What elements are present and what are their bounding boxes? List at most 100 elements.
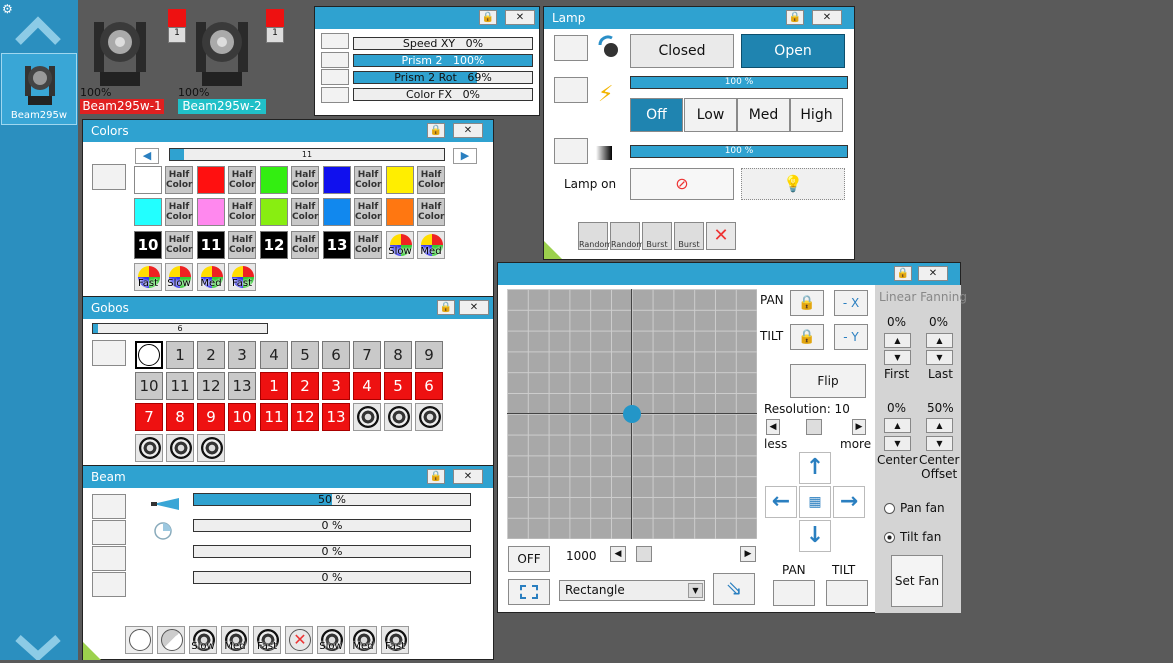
color-swatch[interactable] [260,166,288,194]
speed-slider-thumb[interactable] [636,546,652,562]
beam-fx-button[interactable]: Med [221,626,249,654]
beam-fx-off[interactable]: ✕ [285,626,313,654]
beam-fx-button[interactable]: Slow [317,626,345,654]
add-corner-icon[interactable] [83,642,101,660]
gobo-rotate-button[interactable] [384,403,412,431]
color-wheel-button[interactable]: Med [417,231,445,259]
gobo-rotate-button[interactable] [353,403,381,431]
speed-xy-bar[interactable]: Speed XY 0% [353,37,533,50]
arrow-up-button[interactable]: ↑ [799,452,831,484]
frost-button[interactable] [92,572,126,597]
close-button[interactable]: ✕ [459,300,489,315]
gobo-button[interactable]: 5 [291,341,319,369]
shape-select[interactable]: Rectangle ▼ [559,580,705,601]
color-prev-button[interactable]: ◀ [135,148,159,164]
color-swatch[interactable] [134,198,162,226]
color-swatch[interactable] [386,198,414,226]
lamp-fx-random-2[interactable]: Random [610,222,644,250]
gobo-shake-button[interactable]: 13 [322,403,350,431]
half-color-button[interactable]: Half Color [228,231,256,259]
speed-increase-button[interactable]: ▶ [740,546,756,562]
color-wheel-button[interactable]: Slow [386,231,414,259]
dimmer-button[interactable] [554,138,588,164]
half-color-button[interactable]: Half Color [354,231,382,259]
half-color-button[interactable]: Half Color [417,166,445,194]
gobo-button[interactable]: 8 [384,341,412,369]
lamp-on-button[interactable]: 💡 [741,168,845,200]
open-button[interactable]: Open [741,34,845,68]
color-swatch[interactable] [260,198,288,226]
beam-bar[interactable]: 50 % [193,493,471,506]
sidebar-fixture-item[interactable]: Beam295w [1,53,77,125]
lamp-fx-burst-2[interactable]: Burst [674,222,704,250]
beam-fx-button[interactable]: Fast [381,626,409,654]
gobo-shake-button[interactable]: 3 [322,372,350,400]
color-wheel-button[interactable]: Slow [165,263,193,291]
position-point[interactable] [623,405,641,423]
beam-fx-button[interactable]: Slow [189,626,217,654]
gobo-open-button[interactable] [135,341,163,369]
center-down-button[interactable]: ▼ [884,436,911,451]
half-color-button[interactable]: Half Color [165,166,193,194]
gobo-rotate-button[interactable] [166,434,194,462]
lock-icon[interactable]: 🔒 [894,266,912,281]
pan-tilt-grid[interactable] [507,289,757,539]
color-preset-button[interactable] [92,164,126,190]
gobo-shake-button[interactable]: 7 [135,403,163,431]
fixture-beam295w-1[interactable]: 100% Beam295w-1 [80,6,170,114]
lock-icon[interactable]: 🔒 [786,10,804,25]
scroll-down-chevron-icon[interactable] [14,630,62,662]
swap-axes-button[interactable]: ⇘ [713,573,755,605]
prism-rot-button[interactable] [321,69,349,85]
gobo-shake-button[interactable]: 11 [260,403,288,431]
arrow-right-button[interactable]: → [833,486,865,518]
first-down-button[interactable]: ▼ [884,350,911,365]
tilt-button[interactable] [826,580,868,606]
focus-button[interactable] [92,520,126,545]
lock-icon[interactable]: 🔒 [479,10,497,25]
half-color-button[interactable]: Half Color [291,166,319,194]
chevron-down-icon[interactable]: ▼ [688,583,703,598]
color-swatch[interactable] [197,166,225,194]
fixture-beam295w-2[interactable]: 100% Beam295w-2 [178,6,268,114]
add-corner-icon[interactable] [544,241,562,259]
color-next-button[interactable]: ▶ [453,148,477,164]
gobo-button[interactable]: 3 [228,341,256,369]
strobe-bar[interactable]: 100 % [630,76,848,89]
prism-rot-bar[interactable]: Prism 2 Rot 69% [353,71,533,84]
gobo-button[interactable]: 4 [260,341,288,369]
resolution-slider-thumb[interactable] [806,419,822,435]
half-color-button[interactable]: Half Color [291,231,319,259]
gobo-button[interactable]: 13 [228,372,256,400]
half-color-button[interactable]: Half Color [417,198,445,226]
last-down-button[interactable]: ▼ [926,350,953,365]
gobo-shake-button[interactable]: 5 [384,372,412,400]
resolution-increase-button[interactable]: ▶ [852,419,866,435]
lock-icon[interactable]: 🔒 [427,469,445,484]
color-number-button[interactable]: 12 [260,231,288,259]
color-fx-bar[interactable]: Color FX 0% [353,88,533,101]
beam-fx-half[interactable] [157,626,185,654]
gobo-button[interactable]: 1 [166,341,194,369]
half-color-button[interactable]: Half Color [165,231,193,259]
gobo-shake-button[interactable]: 1 [260,372,288,400]
set-fan-button[interactable]: Set Fan [891,555,943,607]
first-up-button[interactable]: ▲ [884,333,911,348]
prism-button[interactable] [321,52,349,68]
strobe-off-button[interactable]: Off [630,98,683,132]
color-wheel-button[interactable]: Fast [134,263,162,291]
iris-button[interactable] [92,546,126,571]
closed-button[interactable]: Closed [630,34,734,68]
color-slider[interactable]: 11 [169,148,445,161]
strobe-button[interactable] [554,77,588,103]
shutter-button[interactable] [554,35,588,61]
color-number-button[interactable]: 10 [134,231,162,259]
lamp-fx-random-1[interactable]: Random [578,222,612,250]
flip-button[interactable]: Flip [790,364,866,398]
gobo-button[interactable]: 6 [322,341,350,369]
color-swatch[interactable] [323,166,351,194]
beam-bar[interactable]: 0 % [193,545,471,558]
gobo-shake-button[interactable]: 9 [197,403,225,431]
color-number-button[interactable]: 13 [323,231,351,259]
color-number-button[interactable]: 11 [197,231,225,259]
